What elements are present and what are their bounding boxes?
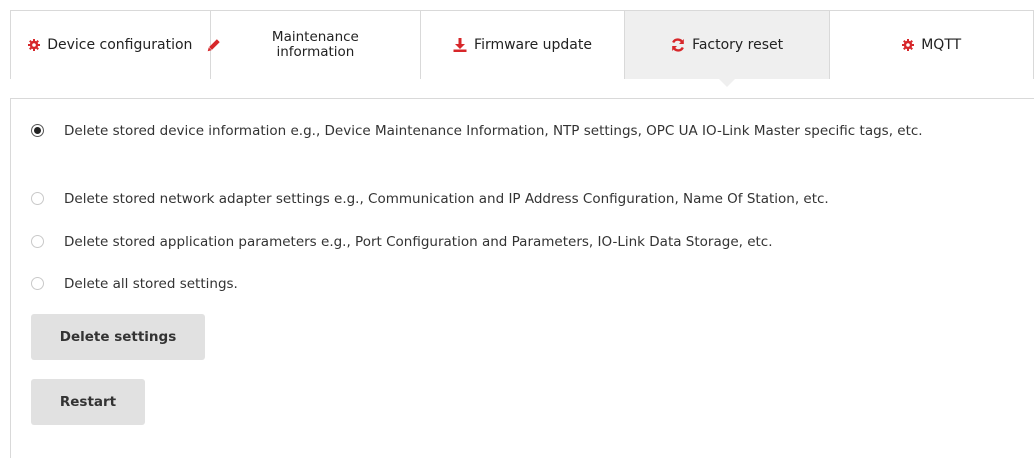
pencil-icon	[205, 38, 221, 54]
delete-settings-button[interactable]: Delete settings	[31, 314, 205, 360]
tab-label: Firmware update	[474, 37, 592, 53]
radio-button[interactable]	[31, 235, 44, 248]
radio-button-selected[interactable]	[31, 124, 44, 137]
tab-label: Maintenance information	[272, 30, 359, 60]
option-delete-device-information[interactable]: Delete stored device information e.g., D…	[31, 121, 964, 141]
tab-firmware-update[interactable]: Firmware update	[421, 11, 625, 79]
download-icon	[453, 38, 467, 52]
tab-maintenance-information[interactable]: Maintenance information	[207, 11, 422, 79]
tab-mqtt[interactable]: MQTT	[830, 11, 1033, 79]
tab-label: Device configuration	[47, 37, 193, 53]
option-delete-network-adapter-settings[interactable]: Delete stored network adapter settings e…	[31, 189, 964, 209]
tab-label-line1: Maintenance	[271, 29, 359, 45]
option-delete-application-parameters[interactable]: Delete stored application parameters e.g…	[31, 232, 964, 252]
gear-icon	[902, 39, 915, 51]
factory-reset-panel: Delete stored device information e.g., D…	[10, 98, 1034, 458]
option-label: Delete stored network adapter settings e…	[64, 191, 829, 207]
option-delete-all-settings[interactable]: Delete all stored settings.	[31, 274, 964, 294]
gear-icon	[28, 39, 41, 51]
option-label: Delete all stored settings.	[64, 276, 238, 292]
tab-label-line2: information	[276, 44, 355, 60]
radio-button[interactable]	[31, 192, 44, 205]
restart-button[interactable]: Restart	[31, 379, 145, 425]
tab-label: Factory reset	[692, 37, 784, 53]
tab-factory-reset[interactable]: Factory reset	[624, 11, 831, 87]
refresh-icon	[671, 38, 685, 52]
tab-bar: Device configuration Maintenance informa…	[10, 10, 1034, 87]
option-label: Delete stored application parameters e.g…	[64, 234, 773, 250]
tab-device-configuration[interactable]: Device configuration	[11, 11, 211, 79]
tab-label: MQTT	[921, 37, 962, 53]
radio-button[interactable]	[31, 277, 44, 290]
option-label: Delete stored device information e.g., D…	[64, 123, 923, 139]
